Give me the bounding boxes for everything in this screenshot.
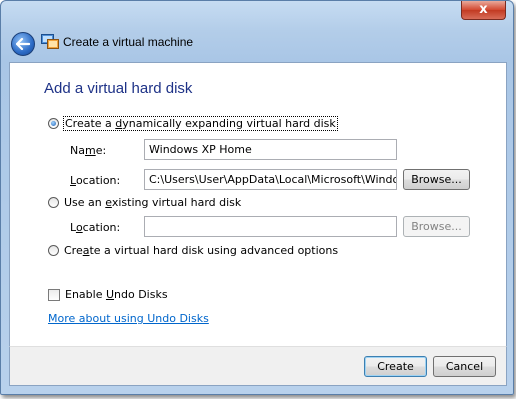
radio-existing-label: Use an existing virtual hard disk [64,196,242,209]
radio-button-unchecked[interactable] [48,197,59,208]
cancel-button[interactable]: Cancel [433,356,496,377]
virtual-pc-icon [41,34,59,49]
radio-dynamic-disk[interactable]: Create a dynamically expanding virtual h… [48,116,338,131]
existing-browse-button[interactable]: Browse... [403,216,470,237]
browse-button[interactable]: Browse... [403,169,470,190]
radio-existing-disk[interactable]: Use an existing virtual hard disk [48,196,241,209]
radio-advanced-label: Create a virtual hard disk using advance… [64,244,339,257]
wizard-footer: Create Cancel [9,346,507,386]
close-button[interactable]: x [461,1,506,20]
name-input[interactable]: Windows XP Home [144,139,397,160]
create-button[interactable]: Create [364,356,427,377]
location-label: Location: [70,174,121,187]
wizard-content: Add a virtual hard disk Create a dynamic… [9,62,507,347]
undo-disks-label: Enable Undo Disks [65,288,168,301]
name-label: Name: [70,144,107,157]
undo-disks-help-link[interactable]: More about using Undo Disks [48,312,209,325]
back-arrow-icon [16,38,30,50]
back-button[interactable] [11,32,35,56]
location-input[interactable]: C:\Users\User\AppData\Local\Microsoft\Wi… [144,169,397,190]
wizard-window: x Create a virtual machine Add a virtual… [0,0,514,395]
undo-disks-checkbox[interactable] [48,288,60,301]
close-icon: x [479,2,488,17]
title-bar: x Create a virtual machine [1,1,513,63]
radio-button-checked[interactable] [48,118,59,129]
radio-dynamic-label: Create a dynamically expanding virtual h… [63,116,338,131]
radio-button-unchecked[interactable] [48,245,59,256]
page-heading: Add a virtual hard disk [44,80,193,97]
window-title: Create a virtual machine [63,35,194,49]
existing-location-input[interactable] [144,216,397,237]
undo-disks-checkbox-row[interactable]: Enable Undo Disks [48,288,168,301]
existing-location-label: Location: [70,221,121,234]
radio-advanced-options[interactable]: Create a virtual hard disk using advance… [48,244,338,257]
